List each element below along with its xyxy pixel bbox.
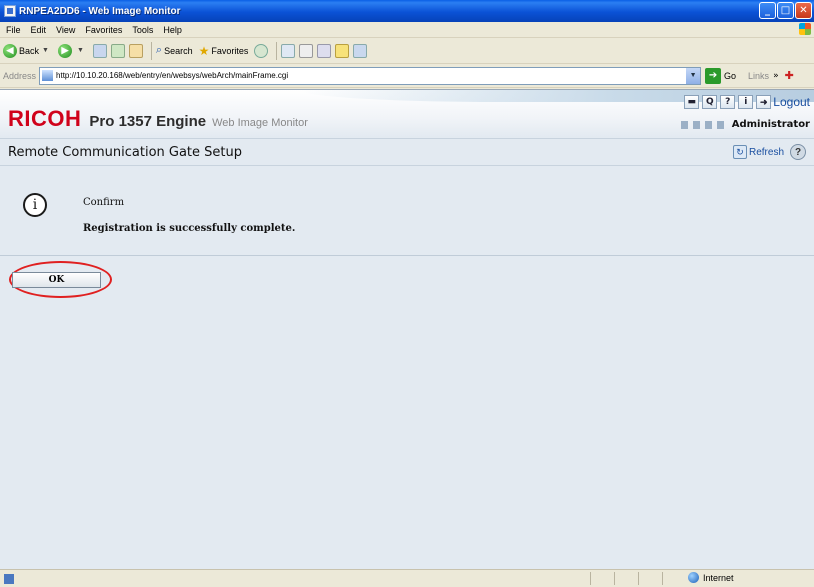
stop-icon[interactable] bbox=[92, 43, 107, 58]
favorites-label: Favorites bbox=[211, 45, 249, 56]
menu-bar: File Edit View Favorites Tools Help bbox=[0, 22, 814, 38]
user-line: Administrator bbox=[680, 119, 810, 130]
user-icon bbox=[704, 120, 712, 129]
folder-icon[interactable] bbox=[335, 43, 350, 58]
status-cell bbox=[590, 572, 614, 585]
status-cells bbox=[590, 572, 686, 585]
zone-label: Internet bbox=[703, 572, 734, 583]
section-bar: Remote Communication Gate Setup ↻ Refres… bbox=[0, 138, 814, 166]
back-button[interactable]: ◀ Back ▼ bbox=[3, 43, 52, 58]
refresh-icon: ↻ bbox=[732, 145, 747, 159]
user-name: Administrator bbox=[731, 119, 810, 130]
confirm-heading: Confirm bbox=[83, 197, 125, 208]
address-input[interactable]: http://10.10.20.168/web/entry/en/websys/… bbox=[39, 66, 702, 85]
back-arrow-icon: ◀ bbox=[3, 43, 17, 58]
close-button[interactable]: ✕ bbox=[795, 2, 812, 19]
header-toolbar: ▬ Q ? i ➜ Logout bbox=[684, 95, 810, 109]
chevron-down-icon[interactable]: ▼ bbox=[686, 67, 701, 84]
globe-icon bbox=[688, 572, 699, 583]
refresh-icon[interactable] bbox=[110, 43, 125, 58]
home-icon[interactable] bbox=[128, 43, 143, 58]
logout-button[interactable]: ➜ Logout bbox=[756, 95, 810, 109]
edit-icon[interactable] bbox=[317, 43, 332, 58]
network-icon bbox=[692, 120, 700, 129]
chevron-down-icon[interactable]: ▼ bbox=[77, 47, 84, 54]
maximize-button[interactable]: □ bbox=[777, 2, 794, 19]
windows-logo-icon bbox=[799, 23, 811, 35]
window-titlebar: RNPEA2DD6 - Web Image Monitor _ □ ✕ bbox=[0, 0, 814, 22]
logout-arrow-icon: ➜ bbox=[756, 95, 772, 109]
go-button[interactable]: ➔ Go bbox=[705, 67, 737, 84]
status-cell bbox=[662, 572, 686, 585]
messenger-icon[interactable] bbox=[353, 43, 368, 58]
window-controls: _ □ ✕ bbox=[759, 2, 812, 19]
keyboard-icon[interactable]: ▬ bbox=[684, 95, 700, 109]
favorites-button[interactable]: ★ Favorites bbox=[199, 44, 249, 58]
menu-edit[interactable]: Edit bbox=[31, 25, 47, 35]
brand-block: RICOH Pro 1357 Engine Web Image Monitor bbox=[8, 106, 308, 132]
minimize-button[interactable]: _ bbox=[759, 2, 776, 19]
search-icon: ⌕ bbox=[155, 44, 163, 56]
search-label: Search bbox=[164, 45, 193, 56]
ricoh-logo: RICOH bbox=[8, 106, 82, 131]
toolbar-separator bbox=[276, 41, 278, 60]
history-icon[interactable] bbox=[254, 43, 269, 58]
menu-help[interactable]: Help bbox=[163, 25, 182, 35]
menu-view[interactable]: View bbox=[56, 25, 75, 35]
help-icon[interactable]: ? bbox=[720, 95, 736, 109]
info-circle-icon: i bbox=[23, 193, 47, 217]
forward-button[interactable]: ▶ ▼ bbox=[57, 43, 87, 58]
star-icon: ★ bbox=[198, 43, 210, 58]
address-bar: Address http://10.10.20.168/web/entry/en… bbox=[0, 64, 814, 88]
window-title: RNPEA2DD6 - Web Image Monitor bbox=[19, 5, 181, 17]
wim-header: RICOH Pro 1357 Engine Web Image Monitor … bbox=[0, 90, 814, 137]
device-icon bbox=[716, 120, 724, 129]
snagit-icon[interactable]: ✚ bbox=[785, 69, 794, 82]
page-status-icon bbox=[4, 573, 14, 584]
page-icon bbox=[42, 70, 54, 81]
security-zone: Internet bbox=[688, 572, 734, 583]
ie-app-icon bbox=[4, 5, 16, 17]
menu-tools[interactable]: Tools bbox=[132, 25, 153, 35]
model-name: Pro 1357 Engine bbox=[89, 113, 207, 130]
lock-icon bbox=[680, 120, 688, 129]
confirmation-message: Registration is successfully complete. bbox=[83, 223, 296, 234]
search-icon[interactable]: Q bbox=[702, 95, 718, 109]
browser-toolbar: ◀ Back ▼ ▶ ▼ ⌕ Search ★ Favorites bbox=[0, 38, 814, 64]
address-value: http://10.10.20.168/web/entry/en/websys/… bbox=[56, 71, 289, 80]
logout-label: Logout bbox=[773, 95, 810, 109]
refresh-label: Refresh bbox=[748, 146, 784, 158]
chevron-down-icon[interactable]: ▼ bbox=[42, 47, 49, 54]
product-name: Web Image Monitor bbox=[212, 117, 308, 129]
chevron-right-icon[interactable]: » bbox=[773, 71, 779, 81]
help-icon[interactable]: ? bbox=[790, 144, 806, 160]
info-icon[interactable]: i bbox=[738, 95, 754, 109]
toolbar-separator bbox=[150, 41, 152, 60]
divider bbox=[0, 255, 814, 256]
forward-arrow-icon: ▶ bbox=[57, 43, 72, 58]
search-button[interactable]: ⌕ Search bbox=[156, 44, 193, 57]
status-bar: Internet bbox=[0, 569, 814, 587]
menu-favorites[interactable]: Favorites bbox=[85, 25, 122, 35]
status-cell bbox=[638, 572, 662, 585]
mail-icon[interactable] bbox=[281, 43, 296, 58]
page-content: RICOH Pro 1357 Engine Web Image Monitor … bbox=[0, 89, 814, 569]
go-label: Go bbox=[724, 70, 737, 81]
print-icon[interactable] bbox=[299, 43, 314, 58]
links-button[interactable]: Links bbox=[748, 71, 769, 81]
back-label: Back bbox=[19, 45, 40, 56]
status-cell bbox=[614, 572, 638, 585]
ok-button[interactable]: OK bbox=[12, 272, 101, 288]
address-label: Address bbox=[3, 70, 37, 81]
menu-file[interactable]: File bbox=[6, 25, 21, 35]
go-arrow-icon: ➔ bbox=[705, 67, 722, 84]
refresh-button[interactable]: ↻ Refresh ? bbox=[732, 144, 806, 160]
page-title: Remote Communication Gate Setup bbox=[8, 145, 242, 160]
